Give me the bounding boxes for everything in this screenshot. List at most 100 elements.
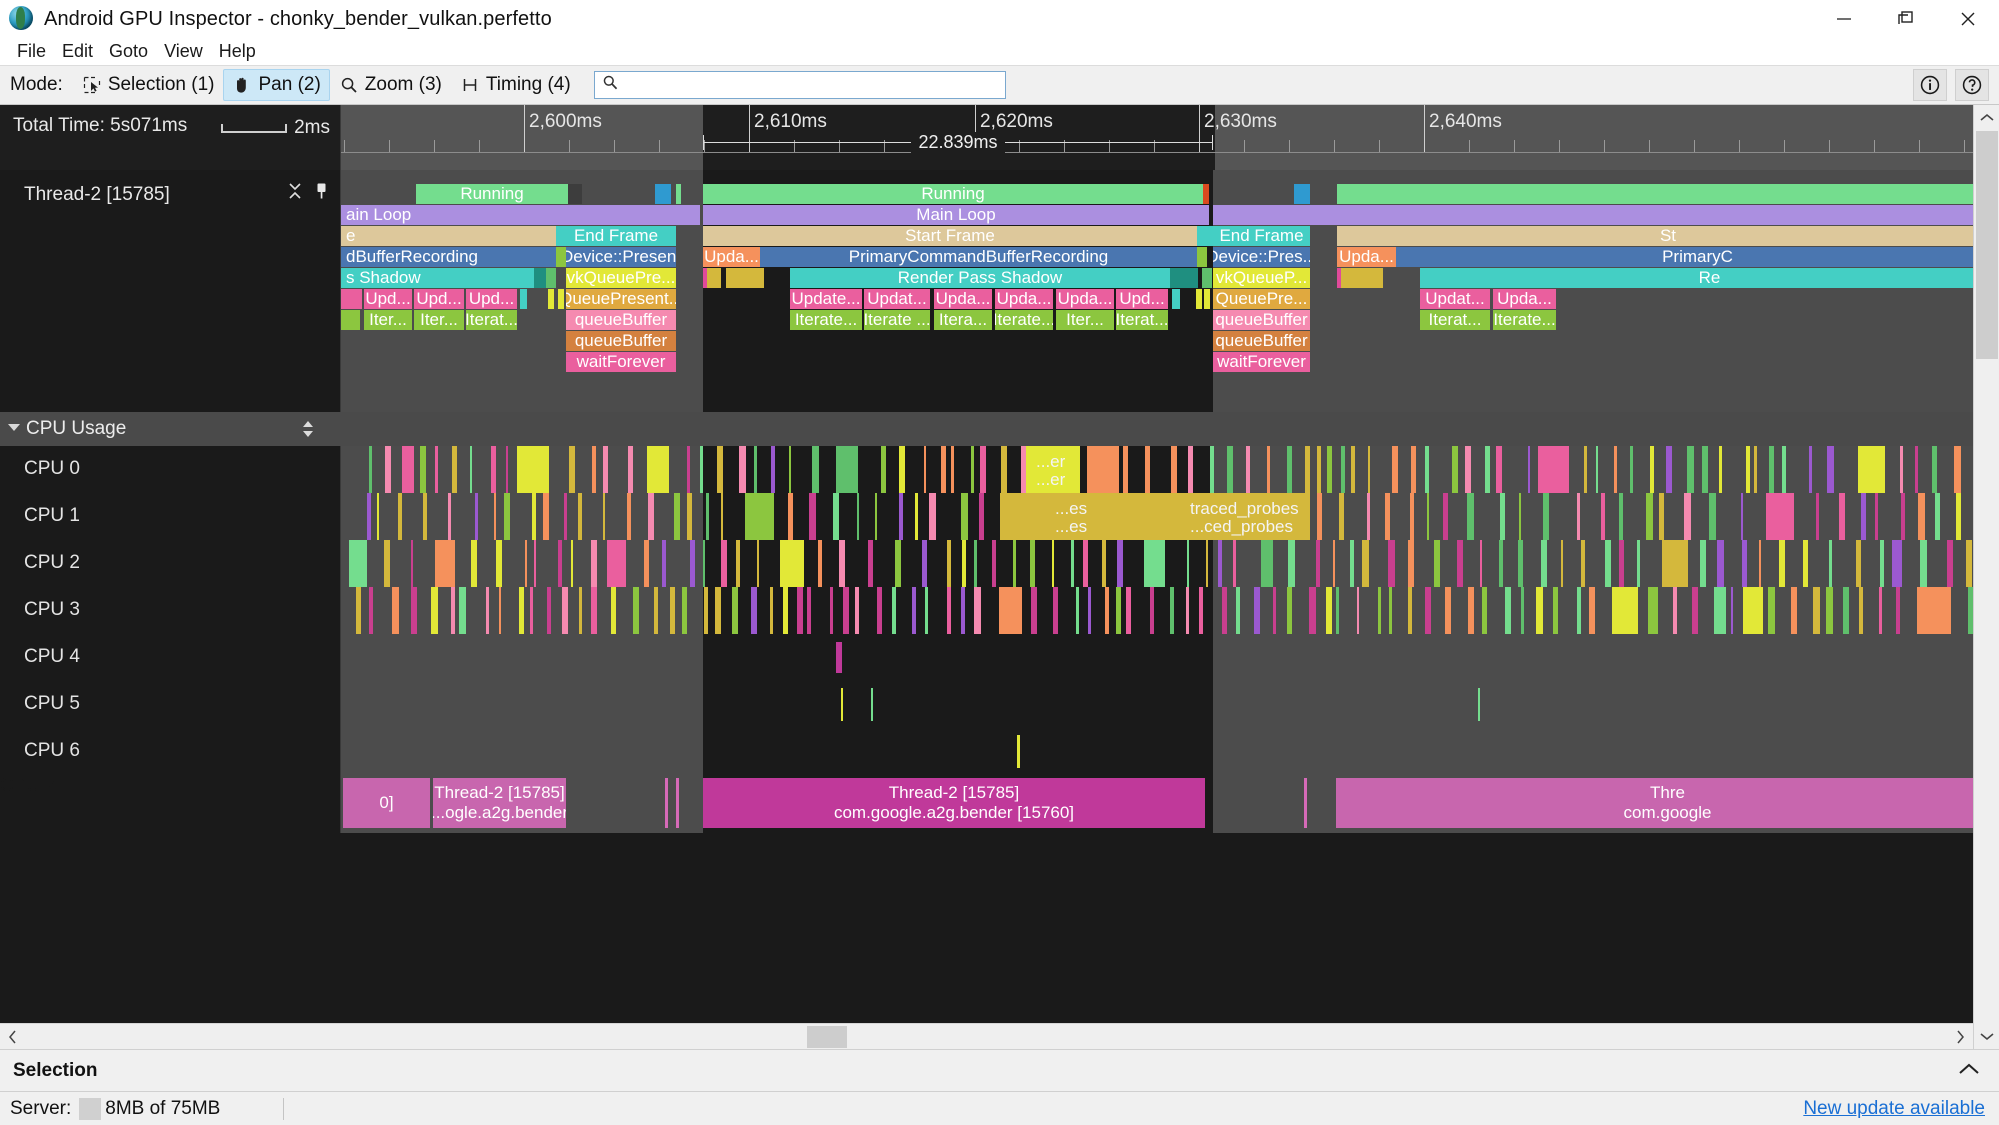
cpu-slice[interactable] — [1287, 446, 1293, 493]
slice-block[interactable] — [1213, 205, 1973, 225]
cpu-slice[interactable] — [1407, 587, 1412, 634]
cpu-slice[interactable] — [1407, 540, 1414, 587]
menu-edit[interactable]: Edit — [54, 38, 101, 65]
cpu-slice[interactable] — [780, 540, 805, 587]
cpu-slice[interactable] — [836, 642, 842, 673]
slice[interactable]: s Shadow — [341, 268, 534, 288]
cpu-slice[interactable] — [1891, 540, 1902, 587]
cpu-slice[interactable] — [1816, 493, 1819, 540]
cpu-slice[interactable] — [895, 540, 902, 587]
cpu-slice[interactable] — [1304, 778, 1307, 828]
slice[interactable]: Update... — [790, 289, 862, 309]
horizontal-scrollbar[interactable] — [0, 1023, 1973, 1049]
slice[interactable]: queueBuffer — [1213, 310, 1310, 330]
cpu-slice[interactable] — [1031, 587, 1038, 634]
cpu-slice[interactable] — [648, 493, 655, 540]
cpu-slice[interactable] — [951, 446, 955, 493]
cpu-slice[interactable] — [1826, 587, 1834, 634]
cpu-slice[interactable] — [745, 493, 775, 540]
cpu-slice[interactable] — [973, 540, 977, 587]
slice[interactable]: Upda... — [934, 289, 992, 309]
cpu-slice[interactable] — [1518, 493, 1521, 540]
triangle-down-icon[interactable] — [8, 424, 20, 431]
cpu-slice[interactable] — [923, 446, 926, 493]
search-box[interactable] — [593, 71, 1006, 99]
cpu-slice[interactable] — [543, 493, 550, 540]
slice-block[interactable] — [655, 184, 671, 204]
cpu-slice[interactable] — [1427, 493, 1430, 540]
cpu-slice[interactable] — [769, 587, 773, 634]
cpu-row-body[interactable] — [341, 587, 1973, 634]
cpu-slice[interactable] — [1731, 587, 1733, 634]
cpu-slice[interactable] — [1076, 587, 1080, 634]
slice-block[interactable] — [1172, 289, 1180, 309]
cpu-slice[interactable] — [1187, 446, 1193, 493]
slice-block[interactable] — [1202, 268, 1212, 288]
cpu-row[interactable]: CPU 0 ...er ...er — [0, 446, 1973, 493]
cpu-slice[interactable] — [391, 587, 399, 634]
cpu-slice[interactable] — [1205, 540, 1208, 587]
slice[interactable]: St — [1337, 226, 1973, 246]
cpu-row-body[interactable]: 0] Thread-2 [15785] ...ogle.a2g.bender Thre… — [341, 775, 1973, 833]
cpu-slice[interactable] — [750, 587, 757, 634]
cpu-slice[interactable] — [1286, 587, 1292, 634]
cpu-slice[interactable] — [451, 446, 457, 493]
cpu-slice[interactable] — [410, 587, 417, 634]
cpu-slice[interactable] — [1896, 587, 1900, 634]
cpu-slice[interactable] — [1537, 446, 1569, 493]
cpu-slice[interactable] — [367, 493, 372, 540]
cpu-slice[interactable] — [1629, 446, 1633, 493]
cpu-slice[interactable] — [626, 493, 631, 540]
cpu-slice[interactable] — [1351, 446, 1356, 493]
slice[interactable]: Iterat... — [466, 310, 517, 330]
cpu-slice[interactable] — [1272, 587, 1276, 634]
slice-block[interactable] — [341, 289, 362, 309]
cpu-slice[interactable] — [1198, 587, 1203, 634]
cpu-slice[interactable] — [369, 446, 373, 493]
menu-help[interactable]: Help — [211, 38, 264, 65]
cpu-slice[interactable] — [687, 446, 691, 493]
cpu-slice[interactable] — [1499, 493, 1505, 540]
slice[interactable]: Start Frame — [703, 226, 1197, 246]
cpu-slice[interactable] — [817, 540, 822, 587]
cpu-row-body[interactable] — [341, 728, 1973, 775]
cpu-slice[interactable] — [532, 493, 537, 540]
cpu-slice[interactable] — [891, 587, 896, 634]
cpu-slice[interactable] — [1527, 446, 1530, 493]
cpu-slice[interactable] — [1576, 493, 1580, 540]
cpu-slice[interactable] — [411, 540, 414, 587]
cpu-row[interactable]: CPU 3 — [0, 587, 1973, 634]
cpu-slice[interactable] — [1424, 446, 1429, 493]
cpu-slice[interactable] — [1917, 493, 1925, 540]
cpu-row-body[interactable]: ...es ...es traced_probes ...ced_probes — [341, 493, 1973, 540]
cpu-slice[interactable] — [880, 446, 886, 493]
cpu-slice[interactable] — [1101, 540, 1106, 587]
cpu-slice[interactable] — [867, 540, 873, 587]
cpu-slice[interactable] — [1332, 540, 1335, 587]
cpu-slice[interactable] — [384, 540, 391, 587]
cpu-slice[interactable] — [1714, 587, 1727, 634]
cpu-slice[interactable] — [809, 493, 817, 540]
cpu-slice[interactable] — [876, 587, 882, 634]
slice[interactable]: Iterate ... — [864, 310, 930, 330]
cpu-slice[interactable] — [1637, 540, 1641, 587]
slice[interactable]: Updat... — [1420, 289, 1490, 309]
slice[interactable]: Running — [416, 184, 568, 204]
cpu-slice[interactable] — [1326, 446, 1332, 493]
cpu-slice[interactable] — [533, 540, 536, 587]
slice-block[interactable] — [1341, 268, 1383, 288]
mode-timing-button[interactable]: Timing (4) — [451, 69, 580, 101]
cpu-slice[interactable] — [1144, 446, 1150, 493]
cpu-slice[interactable] — [470, 540, 477, 587]
cpu-row-body[interactable] — [341, 540, 1973, 587]
cpu-slice[interactable] — [563, 493, 567, 540]
slice[interactable]: queueBuffer — [1213, 331, 1310, 351]
slice[interactable]: Upda... — [1056, 289, 1114, 309]
cpu-slice[interactable] — [1838, 493, 1845, 540]
cpu-slice[interactable] — [1485, 446, 1491, 493]
cpu-slice[interactable] — [960, 493, 968, 540]
hscroll-thumb[interactable] — [807, 1025, 847, 1048]
cpu-slice[interactable] — [517, 446, 550, 493]
cpu-slice[interactable] — [397, 493, 402, 540]
cpu-slice[interactable] — [525, 540, 528, 587]
